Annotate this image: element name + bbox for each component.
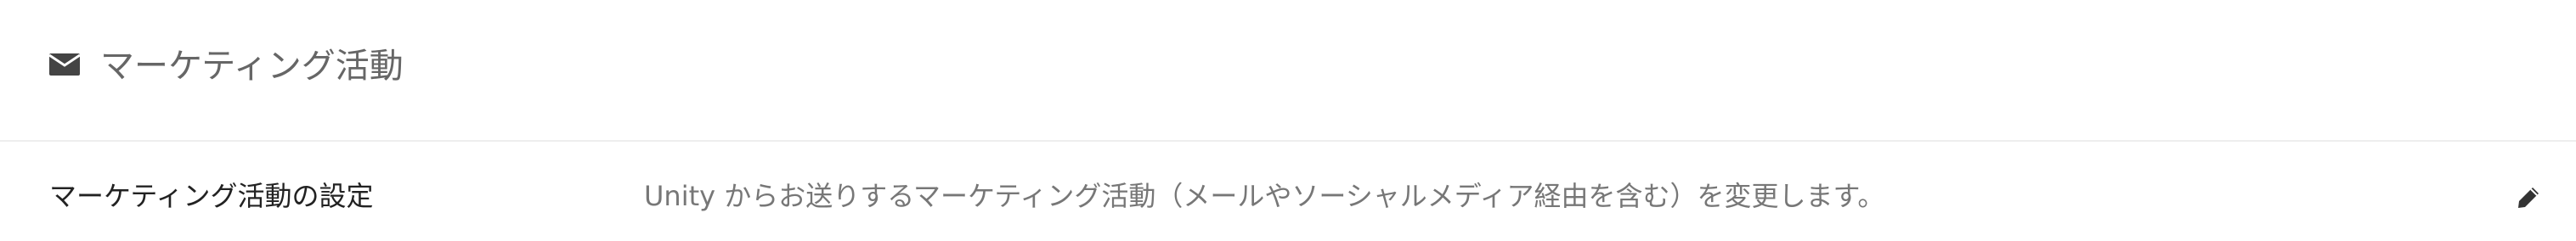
section-header: マーケティング活動	[0, 0, 2576, 142]
setting-description: Unity からお送りするマーケティング活動（メールやソーシャルメディア経由を含…	[644, 180, 1885, 212]
setting-label: マーケティング活動の設定	[49, 180, 374, 212]
edit-button[interactable]	[2511, 181, 2545, 215]
marketing-settings-row: マーケティング活動の設定 Unity からお送りするマーケティング活動（メールや…	[0, 142, 2576, 241]
section-title: マーケティング活動	[100, 47, 404, 86]
pencil-icon	[2516, 185, 2541, 210]
envelope-icon	[48, 53, 81, 76]
